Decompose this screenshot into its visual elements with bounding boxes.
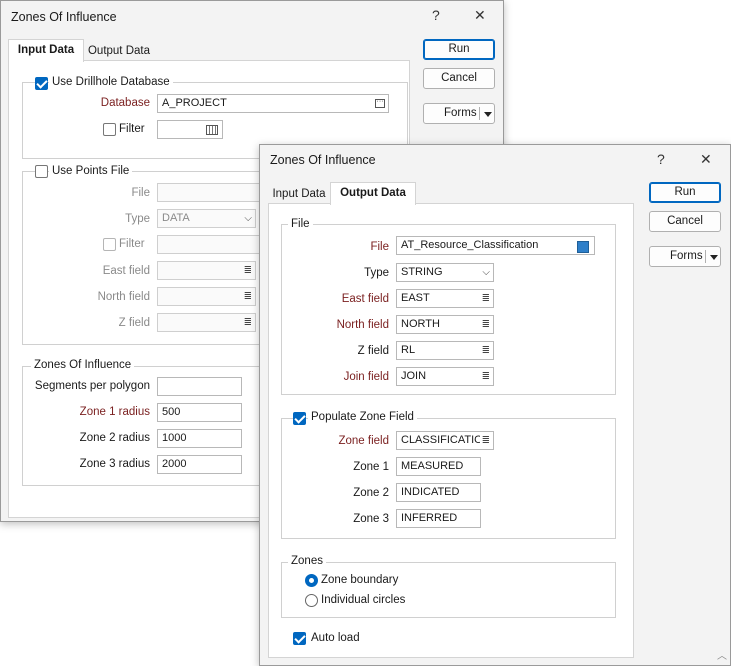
output-file-input[interactable]: AT_Resource_Classification bbox=[396, 236, 595, 255]
back-run-button[interactable]: Run bbox=[423, 39, 495, 60]
segments-label: Segments per polygon bbox=[34, 380, 150, 392]
points-east-input[interactable]: ≣ bbox=[157, 261, 256, 280]
zone2-radius-label: Zone 2 radius bbox=[79, 432, 150, 444]
file-color-icon[interactable] bbox=[577, 241, 589, 253]
back-tab-input-data[interactable]: Input Data bbox=[8, 39, 84, 62]
back-tab-output-data[interactable]: Output Data bbox=[83, 41, 155, 61]
zone-field-label: Zone field bbox=[338, 435, 389, 447]
zone-boundary-label: Zone boundary bbox=[321, 574, 399, 586]
database-label: Database bbox=[100, 97, 150, 109]
zone1-label: Zone 1 bbox=[353, 461, 389, 473]
segments-input[interactable] bbox=[157, 377, 242, 396]
front-tab-output-data[interactable]: Output Data bbox=[330, 182, 416, 205]
field-list-icon[interactable]: ≣ bbox=[479, 432, 490, 449]
chevron-down-icon[interactable] bbox=[710, 255, 718, 260]
back-help-button[interactable]: ? bbox=[432, 7, 440, 23]
filter-list-icon[interactable] bbox=[206, 125, 218, 135]
browse-icon[interactable]: ··· bbox=[375, 98, 385, 108]
points-north-input[interactable]: ≣ bbox=[157, 287, 256, 306]
zone2-input[interactable]: INDICATED bbox=[396, 483, 481, 502]
points-filter-label: Filter bbox=[119, 238, 145, 250]
zone3-input[interactable]: INFERRED bbox=[396, 509, 481, 528]
back-cancel-button[interactable]: Cancel bbox=[423, 68, 495, 89]
join-field-label: Join field bbox=[343, 371, 389, 383]
zone-field-input[interactable]: CLASSIFICATIO ≣ bbox=[396, 431, 494, 450]
individual-circles-label: Individual circles bbox=[321, 594, 406, 606]
front-forms-button[interactable]: Forms bbox=[649, 246, 721, 267]
zone-boundary-radio[interactable] bbox=[305, 574, 318, 587]
use-drillhole-label: Use Drillhole Database bbox=[49, 76, 173, 88]
zone2-radius-input[interactable]: 1000 bbox=[157, 429, 242, 448]
points-north-label: North field bbox=[97, 291, 150, 303]
field-list-icon[interactable]: ≣ bbox=[244, 262, 252, 279]
front-cancel-button[interactable]: Cancel bbox=[649, 211, 721, 232]
field-list-icon[interactable]: ≣ bbox=[244, 288, 252, 305]
zone3-radius-input[interactable]: 2000 bbox=[157, 455, 242, 474]
populate-zone-label: Populate Zone Field bbox=[308, 411, 417, 423]
use-points-label: Use Points File bbox=[49, 165, 133, 177]
auto-load-label: Auto load bbox=[311, 632, 360, 644]
zones-of-influence-label: Zones Of Influence bbox=[31, 359, 135, 371]
drillhole-filter-checkbox[interactable] bbox=[103, 123, 116, 136]
points-type-select[interactable]: DATA ⌵ bbox=[157, 209, 256, 228]
front-help-button[interactable]: ? bbox=[657, 151, 665, 167]
zone1-radius-label: Zone 1 radius bbox=[79, 406, 150, 418]
back-close-button[interactable]: ✕ bbox=[474, 7, 486, 24]
output-type-select[interactable]: STRING ⌵ bbox=[396, 263, 494, 282]
field-list-icon[interactable]: ≣ bbox=[244, 314, 252, 331]
file-group-label: File bbox=[288, 218, 313, 230]
zone1-input[interactable]: MEASURED bbox=[396, 457, 481, 476]
points-z-input[interactable]: ≣ bbox=[157, 313, 256, 332]
use-drillhole-checkbox[interactable] bbox=[35, 77, 48, 90]
use-points-checkbox[interactable] bbox=[35, 165, 48, 178]
east-field-input[interactable]: EAST ≣ bbox=[396, 289, 494, 308]
field-list-icon[interactable]: ≣ bbox=[482, 290, 490, 307]
database-input[interactable]: A_PROJECT ··· bbox=[157, 94, 389, 113]
drillhole-filter-label: Filter bbox=[119, 123, 145, 135]
zone3-label: Zone 3 bbox=[353, 513, 389, 525]
front-tab-panel: File File AT_Resource_Classification Typ… bbox=[268, 203, 634, 658]
points-east-label: East field bbox=[102, 265, 150, 277]
zones-group bbox=[281, 562, 616, 618]
chevron-down-icon: ⌵ bbox=[244, 213, 252, 224]
zones-group-label: Zones bbox=[288, 555, 326, 567]
east-field-label: East field bbox=[341, 293, 389, 305]
output-file-label: File bbox=[370, 241, 389, 253]
front-run-button[interactable]: Run bbox=[649, 182, 721, 203]
points-filter-checkbox[interactable] bbox=[103, 238, 116, 251]
field-list-icon[interactable]: ≣ bbox=[482, 316, 490, 333]
chevron-down-icon: ⌵ bbox=[482, 267, 490, 278]
north-field-input[interactable]: NORTH ≣ bbox=[396, 315, 494, 334]
auto-load-checkbox[interactable] bbox=[293, 632, 306, 645]
back-dialog-title: Zones Of Influence bbox=[11, 10, 117, 24]
north-field-label: North field bbox=[336, 319, 389, 331]
chevron-down-icon[interactable] bbox=[484, 112, 492, 117]
field-list-icon[interactable]: ≣ bbox=[482, 342, 490, 359]
back-forms-button[interactable]: Forms bbox=[423, 103, 495, 124]
join-field-input[interactable]: JOIN ≣ bbox=[396, 367, 494, 386]
resize-grip-icon[interactable]: ︿ bbox=[717, 647, 727, 662]
output-type-label: Type bbox=[364, 267, 389, 279]
z-field-input[interactable]: RL ≣ bbox=[396, 341, 494, 360]
points-type-label: Type bbox=[125, 213, 150, 225]
zone3-radius-label: Zone 3 radius bbox=[79, 458, 150, 470]
front-dialog-title: Zones Of Influence bbox=[270, 153, 376, 167]
field-list-icon[interactable]: ≣ bbox=[482, 368, 490, 385]
populate-zone-checkbox[interactable] bbox=[293, 412, 306, 425]
zone1-radius-input[interactable]: 500 bbox=[157, 403, 242, 422]
individual-circles-radio[interactable] bbox=[305, 594, 318, 607]
points-z-label: Z field bbox=[118, 317, 150, 329]
front-tab-input-data[interactable]: Input Data bbox=[268, 184, 330, 204]
z-field-label: Z field bbox=[357, 345, 389, 357]
front-dialog: Zones Of Influence ? ✕ Input Data Output… bbox=[259, 144, 731, 666]
points-file-label: File bbox=[131, 187, 150, 199]
front-close-button[interactable]: ✕ bbox=[700, 151, 712, 168]
drillhole-filter-input[interactable] bbox=[157, 120, 223, 139]
zone2-label: Zone 2 bbox=[353, 487, 389, 499]
